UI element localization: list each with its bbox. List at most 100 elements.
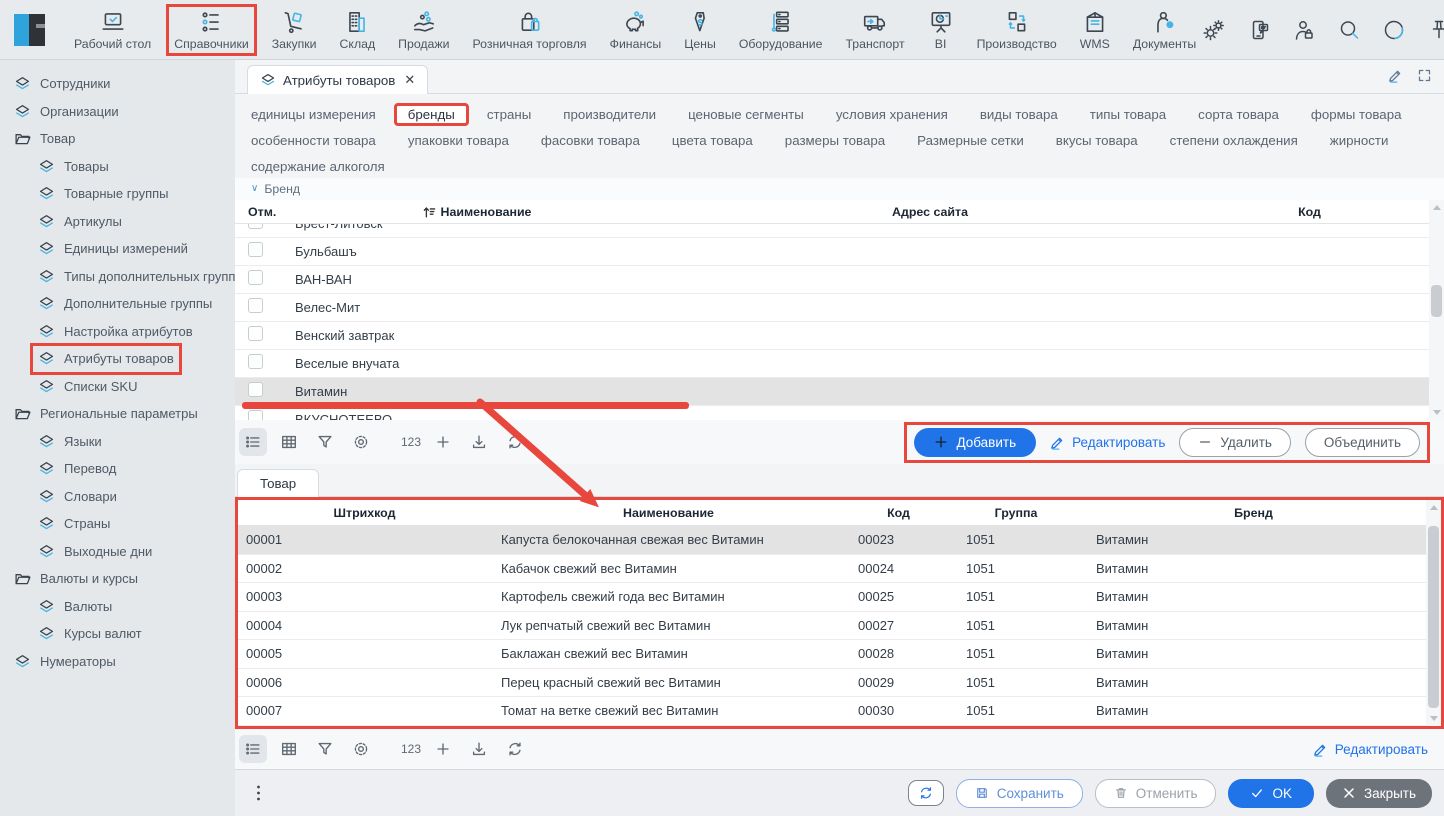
subtab[interactable]: условия хранения xyxy=(836,107,948,122)
nav-item-transport[interactable]: Транспорт xyxy=(839,6,910,54)
sidebar-item-currencies-and-rates[interactable]: Валюты и курсы xyxy=(8,565,144,593)
row-checkbox[interactable] xyxy=(248,298,263,313)
settings-icon[interactable] xyxy=(347,735,375,763)
brand-row[interactable]: ВКУСНОТЕЕВО xyxy=(235,406,1429,420)
brand-row[interactable]: Веселые внучата xyxy=(235,350,1429,378)
brand-row[interactable]: Брест-Литовск xyxy=(235,224,1429,238)
sidebar-item-attribute-settings[interactable]: Настройка атрибутов xyxy=(32,318,199,346)
brand-row[interactable]: Венский завтрак xyxy=(235,322,1429,350)
tab-product-attributes[interactable]: Атрибуты товаров ✕ xyxy=(247,65,428,94)
scroll-down-icon[interactable] xyxy=(1433,410,1441,415)
sidebar-item-languages[interactable]: Языки xyxy=(32,428,108,456)
column-header-code[interactable]: Код xyxy=(1190,205,1429,219)
sidebar-item-countries[interactable]: Страны xyxy=(32,510,116,538)
sidebar-item-articles[interactable]: Артикулы xyxy=(32,208,128,236)
subtab[interactable]: типы товара xyxy=(1090,107,1166,122)
export-icon[interactable] xyxy=(465,428,493,456)
product-row[interactable]: 00004 Лук репчатый свежий вес Витамин 00… xyxy=(238,612,1426,641)
row-checkbox[interactable] xyxy=(248,242,263,257)
subtab[interactable]: единицы измерения xyxy=(251,107,376,122)
close-icon[interactable]: ✕ xyxy=(404,72,415,88)
subtab[interactable]: виды товара xyxy=(980,107,1058,122)
nav-item-bi[interactable]: BI xyxy=(922,6,960,54)
column-header-site[interactable]: Адрес сайта xyxy=(670,205,1190,219)
scroll-thumb[interactable] xyxy=(1431,285,1442,317)
filter-icon[interactable] xyxy=(311,735,339,763)
sidebar-item-additional-groups[interactable]: Дополнительные группы xyxy=(32,290,218,318)
pin-icon[interactable] xyxy=(1427,18,1444,42)
nav-item-purchases[interactable]: Закупки xyxy=(266,6,323,54)
product-row[interactable]: 00001 Капуста белокочанная свежая вес Ви… xyxy=(238,526,1426,555)
sidebar-item-product[interactable]: Товар xyxy=(8,125,81,153)
nav-item-desktop[interactable]: Рабочий стол xyxy=(68,6,157,54)
nav-item-production[interactable]: Производство xyxy=(971,6,1063,54)
list-view-icon[interactable] xyxy=(239,735,267,763)
row-checkbox[interactable] xyxy=(248,224,263,229)
product-row[interactable]: 00005 Баклажан свежий вес Витамин 00028 … xyxy=(238,640,1426,669)
kebab-menu-icon[interactable] xyxy=(255,783,262,803)
row-checkbox[interactable] xyxy=(248,270,263,285)
cancel-button[interactable]: Отменить xyxy=(1095,779,1217,808)
merge-button[interactable]: Объединить xyxy=(1305,428,1420,457)
sidebar-item-organizations[interactable]: Организации xyxy=(8,98,125,126)
sidebar-item-translation[interactable]: Перевод xyxy=(32,455,122,483)
sidebar-item-sku-lists[interactable]: Списки SKU xyxy=(32,373,143,401)
sidebar-item-product-attributes[interactable]: Атрибуты товаров xyxy=(32,345,180,373)
brand-row[interactable]: Витамин xyxy=(235,378,1429,406)
export-icon[interactable] xyxy=(465,735,493,763)
row-checkbox[interactable] xyxy=(248,382,263,397)
user-lock-icon[interactable] xyxy=(1292,18,1316,42)
scroll-down-icon[interactable] xyxy=(1430,716,1438,721)
column-header-group[interactable]: Группа xyxy=(951,506,1081,520)
sidebar-item-product-groups[interactable]: Товарные группы xyxy=(32,180,175,208)
sidebar-item-currencies[interactable]: Валюты xyxy=(32,593,118,621)
subtab[interactable]: страны xyxy=(487,107,531,122)
settings-icon[interactable] xyxy=(347,428,375,456)
pencil-icon[interactable] xyxy=(1388,68,1403,83)
table-view-icon[interactable] xyxy=(275,735,303,763)
nav-item-retail[interactable]: Розничная торговля xyxy=(467,6,593,54)
row-checkbox[interactable] xyxy=(248,410,263,421)
add-small-icon[interactable] xyxy=(429,735,457,763)
brand-row[interactable]: Бульбашъ xyxy=(235,238,1429,266)
search-icon[interactable] xyxy=(1337,18,1361,42)
product-row[interactable]: 00007 Томат на ветке свежий вес Витамин … xyxy=(238,697,1426,726)
subtab[interactable]: жирности xyxy=(1330,133,1389,148)
nav-item-documents[interactable]: Документы xyxy=(1127,6,1202,54)
close-button[interactable]: Закрыть xyxy=(1326,779,1432,808)
scroll-up-icon[interactable] xyxy=(1430,505,1438,510)
brand-row[interactable]: Велес-Мит xyxy=(235,294,1429,322)
column-header-code[interactable]: Код xyxy=(846,506,951,520)
delete-button[interactable]: Удалить xyxy=(1179,428,1291,457)
ok-button[interactable]: OK xyxy=(1228,779,1314,808)
subtab[interactable]: степени охлаждения xyxy=(1170,133,1298,148)
app-logo[interactable] xyxy=(12,10,52,50)
tab-product[interactable]: Товар xyxy=(237,469,319,497)
nav-item-warehouse[interactable]: Склад xyxy=(334,6,382,54)
sidebar-item-units[interactable]: Единицы измерений xyxy=(32,235,194,263)
sidebar-item-additional-group-types[interactable]: Типы дополнительных групп xyxy=(32,263,235,291)
sidebar-item-employees[interactable]: Сотрудники xyxy=(8,70,116,98)
save-button[interactable]: Сохранить xyxy=(956,779,1083,808)
numbers-icon[interactable]: 123 xyxy=(383,428,421,456)
column-header-name[interactable]: Наименование xyxy=(283,205,670,219)
settings-gears-icon[interactable] xyxy=(1202,18,1226,42)
product-row[interactable]: 00003 Картофель свежий года вес Витамин … xyxy=(238,583,1426,612)
list-view-icon[interactable] xyxy=(239,428,267,456)
sidebar-item-dictionaries[interactable]: Словари xyxy=(32,483,123,511)
nav-item-references[interactable]: Справочники xyxy=(168,6,255,54)
add-button[interactable]: Добавить xyxy=(914,428,1036,457)
nav-item-sales[interactable]: Продажи xyxy=(392,6,455,54)
numbers-icon[interactable]: 123 xyxy=(383,735,421,763)
column-header-barcode[interactable]: Штрихкод xyxy=(238,506,491,520)
filter-icon[interactable] xyxy=(311,428,339,456)
scroll-thumb[interactable] xyxy=(1428,526,1439,708)
subtab[interactable]: упаковки товара xyxy=(408,133,509,148)
nav-item-wms[interactable]: WMS xyxy=(1074,6,1116,54)
subtab[interactable]: особенности товара xyxy=(251,133,376,148)
sidebar-item-numerators[interactable]: Нумераторы xyxy=(8,648,122,676)
edit-link-bottom[interactable]: Редактировать xyxy=(1313,742,1428,757)
edit-button[interactable]: Редактировать xyxy=(1050,435,1165,450)
subtab[interactable]: производители xyxy=(563,107,656,122)
brand-section-header[interactable]: ∨ Бренд xyxy=(235,178,1444,200)
